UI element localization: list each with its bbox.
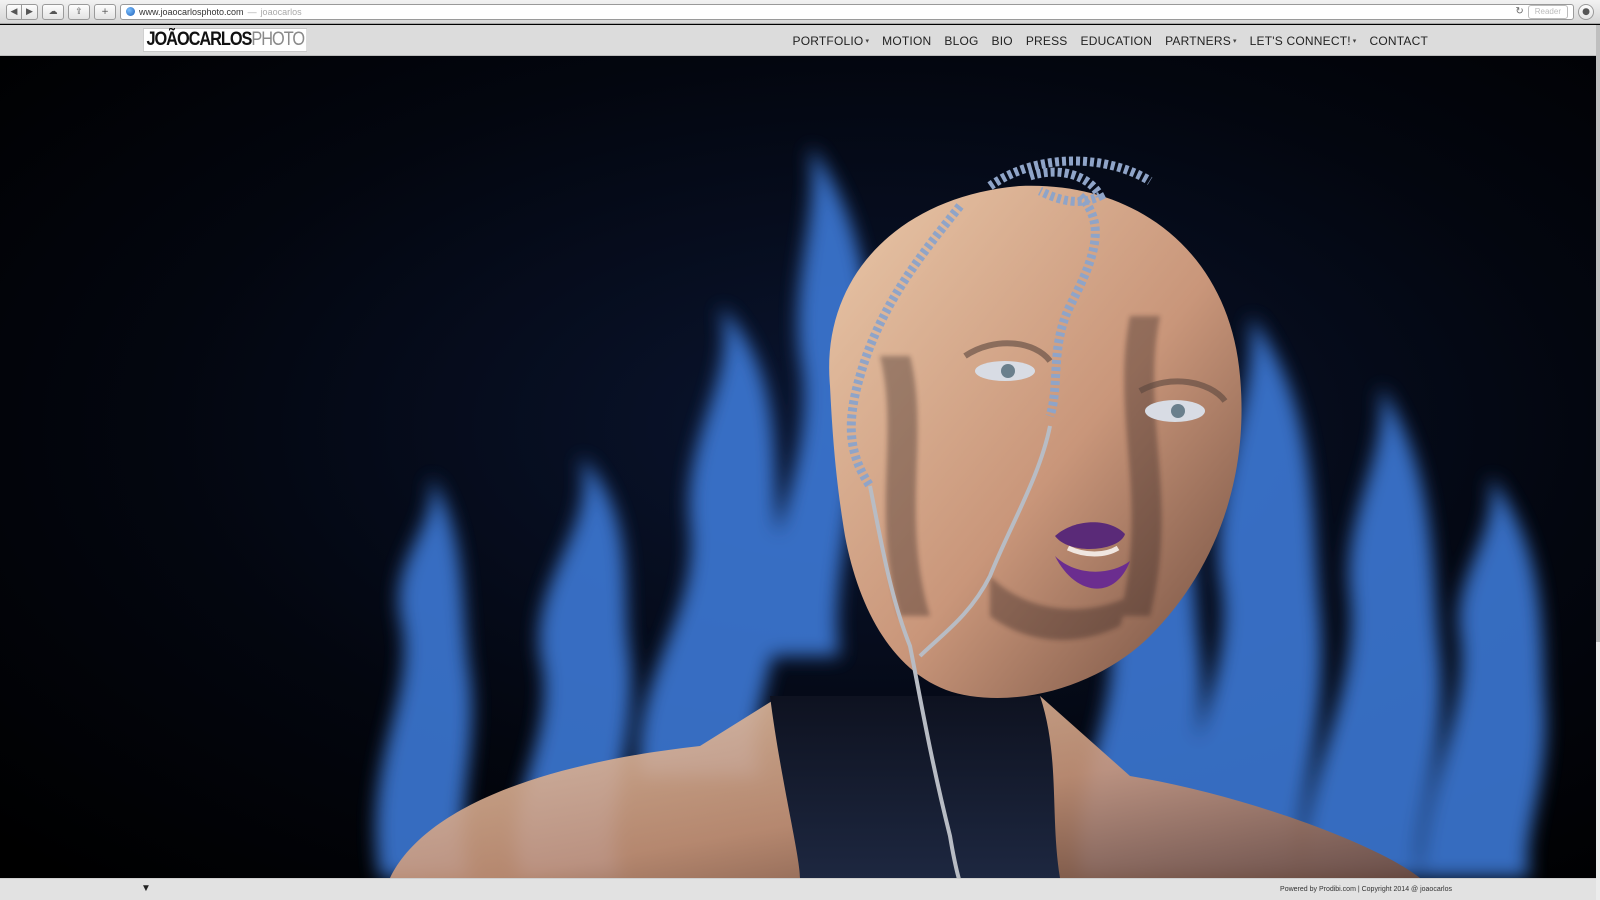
- nav-item-education[interactable]: EDUCATION: [1081, 34, 1153, 48]
- reload-icon[interactable]: ↻: [1515, 6, 1523, 17]
- forward-icon[interactable]: ▶: [22, 3, 38, 20]
- site-header: JOÃOCARLOS PHOTO PORTFOLIO ▾ MOTION BLOG B…: [0, 25, 1596, 56]
- address-bar[interactable]: www.joaocarlosphoto.com — joaocarlos ↻ R…: [120, 3, 1574, 20]
- page-scrollbar-thumb[interactable]: [1596, 25, 1600, 642]
- nav-item-partners[interactable]: PARTNERS ▾: [1165, 34, 1237, 48]
- share-icon[interactable]: ⇪: [68, 3, 90, 20]
- address-url: www.joaocarlosphoto.com: [139, 6, 244, 17]
- nav-item-bio[interactable]: BIO: [992, 34, 1013, 48]
- nav-item-lets-connect[interactable]: LET'S CONNECT! ▾: [1250, 34, 1357, 48]
- nav-item-motion[interactable]: MOTION: [882, 34, 931, 48]
- footer-copyright[interactable]: Powered by Prodibi.com | Copyright 2014 …: [1280, 886, 1452, 893]
- icloud-tabs-icon[interactable]: ☁: [42, 3, 64, 20]
- scroll-down-arrow-icon[interactable]: ▼: [141, 883, 151, 894]
- chevron-down-icon: ▾: [865, 37, 870, 45]
- reader-button[interactable]: Reader: [1527, 4, 1568, 19]
- browser-nav-buttons: ◀ ▶: [6, 3, 38, 20]
- address-page-title: joaocarlos: [260, 6, 302, 17]
- logo-secondary-text: PHOTO: [251, 29, 305, 50]
- nav-item-press[interactable]: PRESS: [1026, 34, 1068, 48]
- new-tab-icon[interactable]: +: [94, 3, 116, 20]
- nav-item-contact[interactable]: CONTACT: [1369, 34, 1428, 48]
- browser-toolbar: ◀ ▶ ☁ ⇪ + www.joaocarlosphoto.com — joao…: [0, 0, 1600, 24]
- hero-illustration: [0, 56, 1596, 878]
- nav-item-portfolio[interactable]: PORTFOLIO ▾: [793, 34, 870, 48]
- address-separator: —: [247, 6, 257, 17]
- main-navigation: PORTFOLIO ▾ MOTION BLOG BIO PRESS EDUCATI…: [793, 25, 1428, 56]
- chevron-down-icon: ▾: [1232, 37, 1237, 45]
- back-icon[interactable]: ◀: [6, 3, 22, 20]
- site-footer: ▼ Powered by Prodibi.com | Copyright 201…: [0, 878, 1596, 900]
- site-favicon-icon: [126, 7, 135, 16]
- nav-item-blog[interactable]: BLOG: [944, 34, 978, 48]
- site-logo[interactable]: JOÃOCARLOS PHOTO: [143, 28, 308, 52]
- logo-primary-text: JOÃOCARLOS: [146, 29, 252, 50]
- chevron-down-icon: ▾: [1352, 37, 1357, 45]
- hero-image: [0, 56, 1596, 878]
- downloads-icon[interactable]: ●: [1578, 3, 1594, 20]
